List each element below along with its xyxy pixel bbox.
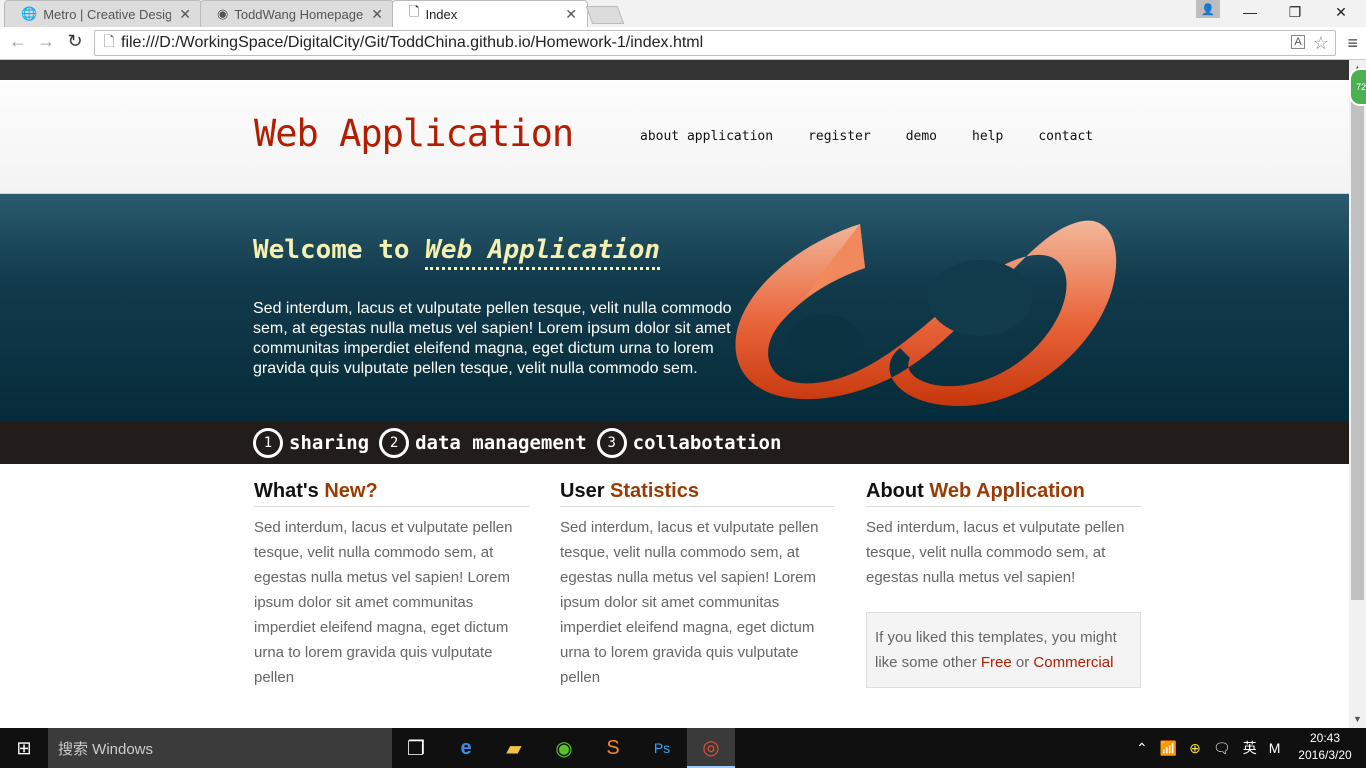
- column-text: Sed interdum, lacus et vulputate pellen …: [866, 519, 1125, 586]
- site-logo[interactable]: Web Application: [254, 112, 574, 155]
- wifi-icon[interactable]: 📶: [1160, 740, 1177, 757]
- templates-callout: If you liked this templates, you might l…: [866, 612, 1141, 688]
- step-label: sharing: [289, 431, 370, 454]
- step-number: 2: [379, 427, 410, 458]
- file-explorer-icon[interactable]: ▰: [490, 728, 538, 768]
- windows-taskbar: ⊞ 搜索 Windows ❐ e ▰ ◉ S Ps ◎ ⌃ 📶 ⊕ 🗨 英 M …: [0, 728, 1366, 768]
- clock[interactable]: 20:43 2016/3/20: [1288, 730, 1362, 764]
- page-scrollbar[interactable]: ▲ ▼: [1349, 60, 1366, 728]
- heading-plain: User: [560, 480, 605, 502]
- scroll-down-icon[interactable]: ▼: [1349, 711, 1366, 728]
- step-sharing: 1 sharing: [253, 427, 370, 458]
- tab-index[interactable]: 🗋 Index ✕: [392, 0, 588, 27]
- edge-icon[interactable]: e: [442, 728, 490, 768]
- step-collaboration: 3 collabotation: [596, 427, 782, 458]
- step-data-management: 2 data management: [379, 427, 587, 458]
- nav-register[interactable]: register: [808, 129, 871, 144]
- scrollbar-thumb[interactable]: [1351, 77, 1364, 600]
- close-icon[interactable]: ✕: [565, 6, 577, 23]
- nav-about[interactable]: about application: [640, 129, 773, 144]
- notification-icon[interactable]: 🗨: [1213, 740, 1231, 757]
- close-window-button[interactable]: ✕: [1318, 0, 1364, 24]
- tab-title: Index: [425, 6, 458, 22]
- swirl-graphic: [735, 220, 1117, 407]
- nav-demo[interactable]: demo: [906, 129, 937, 144]
- nav-contact[interactable]: contact: [1038, 129, 1093, 144]
- step-number: 1: [253, 427, 283, 458]
- column-about: About Web Application Sed interdum, lacu…: [866, 480, 1141, 690]
- chevron-up-icon[interactable]: ⌃: [1136, 740, 1148, 757]
- nav-help[interactable]: help: [972, 129, 1003, 144]
- sublime-text-icon[interactable]: S: [589, 728, 637, 768]
- minimize-button[interactable]: —: [1227, 0, 1273, 24]
- intro-text: Sed interdum, lacus et vulputate pellen …: [253, 300, 732, 377]
- photoshop-icon[interactable]: Ps: [638, 728, 686, 768]
- close-icon[interactable]: ✕: [179, 6, 191, 23]
- column-heading: User Statistics: [560, 480, 835, 507]
- profile-icon[interactable]: 👤: [1196, 0, 1220, 18]
- column-heading: About Web Application: [866, 480, 1141, 507]
- column-text: Sed interdum, lacus et vulputate pellen …: [560, 519, 819, 686]
- browser-toolbar: ← → ↻ 🗋 file:///D:/WorkingSpace/DigitalC…: [0, 27, 1366, 60]
- heading-accent: Statistics: [610, 480, 699, 502]
- site-header: Web Application about application regist…: [0, 80, 1349, 194]
- content-columns: What's New? Sed interdum, lacus et vulpu…: [254, 480, 1141, 690]
- top-bar: [0, 60, 1349, 80]
- step-label: data management: [415, 431, 587, 454]
- welcome-highlight: Web Application: [425, 235, 661, 270]
- url-text: file:///D:/WorkingSpace/DigitalCity/Git/…: [121, 34, 704, 51]
- column-whats-new: What's New? Sed interdum, lacus et vulpu…: [254, 480, 529, 690]
- callout-middle: or: [1011, 654, 1034, 671]
- heading-accent: New?: [324, 480, 378, 502]
- avatar-icon: ◉: [217, 6, 229, 21]
- site-nav: about application register demo help con…: [640, 129, 1093, 144]
- windows-start-icon[interactable]: ⊞: [0, 728, 48, 768]
- ime-mode-icon[interactable]: M: [1269, 740, 1281, 756]
- tab-toddwang[interactable]: ◉ ToddWang Homepage ✕: [200, 0, 394, 27]
- restore-button[interactable]: ❐: [1272, 0, 1318, 24]
- column-heading: What's New?: [254, 480, 529, 507]
- clock-date: 2016/3/20: [1298, 748, 1352, 762]
- step-label: collabotation: [632, 431, 782, 454]
- extension-badge[interactable]: 72: [1349, 68, 1366, 106]
- tab-title: Metro | Creative Design: [43, 6, 172, 22]
- step-number: 3: [596, 427, 627, 458]
- translate-icon[interactable]: A: [1291, 35, 1305, 49]
- feature-steps: 1 sharing 2 data management 3 collabotat…: [0, 421, 1349, 464]
- system-tray: ⌃ 📶 ⊕ 🗨 英 M: [1136, 728, 1280, 768]
- add-icon[interactable]: ⊕: [1189, 740, 1201, 757]
- page-icon: 🗋: [103, 33, 115, 49]
- clock-time: 20:43: [1309, 731, 1341, 745]
- heading-plain: What's: [254, 480, 319, 502]
- reload-icon[interactable]: ↻: [63, 31, 87, 52]
- tab-strip: 🌐 Metro | Creative Design ✕ ◉ ToddWang H…: [0, 0, 1366, 27]
- browser-green-icon[interactable]: ◉: [540, 728, 588, 768]
- chrome-icon[interactable]: ◎: [687, 728, 735, 768]
- heading-plain: About: [866, 480, 924, 502]
- ime-label[interactable]: 英: [1243, 738, 1257, 758]
- tab-metro[interactable]: 🌐 Metro | Creative Design ✕: [4, 0, 202, 27]
- task-view-icon[interactable]: ❐: [392, 728, 440, 768]
- hero-banner: Welcome to Web Application Sed interdum,…: [0, 194, 1349, 421]
- forward-icon[interactable]: →: [34, 31, 58, 52]
- close-icon[interactable]: ✕: [371, 6, 383, 23]
- menu-icon[interactable]: ≡: [1347, 33, 1358, 54]
- page-icon: 🗋: [409, 4, 420, 19]
- welcome-heading: Welcome to Web Application: [253, 235, 661, 270]
- column-user-statistics: User Statistics Sed interdum, lacus et v…: [560, 480, 835, 690]
- bookmark-star-icon[interactable]: ☆: [1313, 33, 1329, 54]
- new-tab-button[interactable]: [585, 6, 625, 24]
- heading-accent: Web Application: [929, 480, 1085, 502]
- taskbar-search[interactable]: 搜索 Windows: [48, 728, 392, 768]
- globe-icon: 🌐: [21, 6, 38, 21]
- tab-title: ToddWang Homepage: [234, 6, 364, 22]
- address-bar[interactable]: 🗋 file:///D:/WorkingSpace/DigitalCity/Gi…: [94, 30, 1336, 56]
- free-link[interactable]: Free: [981, 654, 1012, 671]
- back-icon[interactable]: ←: [6, 31, 30, 52]
- column-text: Sed interdum, lacus et vulputate pellen …: [254, 519, 513, 686]
- welcome-prefix: Welcome to: [253, 235, 410, 265]
- commercial-link[interactable]: Commercial: [1033, 654, 1113, 671]
